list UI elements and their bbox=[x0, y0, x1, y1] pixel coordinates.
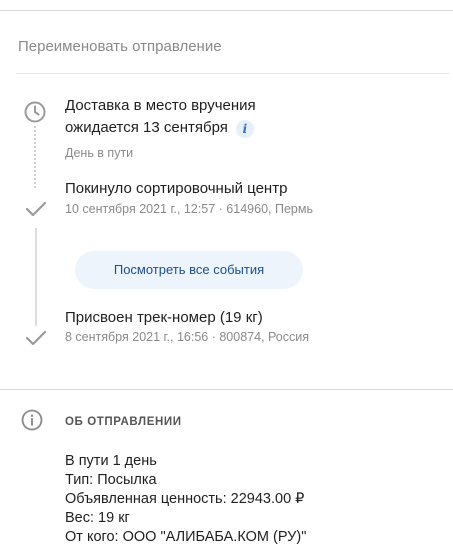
event-title: Покинуло сортировочный центр bbox=[65, 180, 288, 197]
event-title-line: ожидается 13 сентября i bbox=[65, 117, 256, 139]
info-circle-icon bbox=[21, 409, 43, 431]
clock-icon bbox=[24, 101, 46, 123]
detail-line: Объявленная ценность: 22943.00 ₽ bbox=[65, 491, 305, 507]
top-bar bbox=[0, 0, 453, 11]
section-divider bbox=[0, 389, 453, 390]
detail-line: Вес: 19 кг bbox=[65, 510, 130, 526]
event-subtitle: 8 сентября 2021 г., 16:56 · 800874, Росс… bbox=[65, 330, 310, 344]
event-title: Присвоен трек-номер (19 кг) bbox=[65, 309, 263, 326]
info-icon[interactable]: i bbox=[235, 120, 254, 139]
view-all-events-button[interactable]: Посмотреть все события bbox=[75, 251, 303, 289]
event-title-line: Доставка в место вручения bbox=[65, 97, 256, 114]
detail-line: В пути 1 день bbox=[65, 453, 157, 469]
event-subtitle: 10 сентября 2021 г., 12:57 · 614960, Пер… bbox=[65, 202, 313, 216]
about-shipment-heading: ОБ ОТПРАВЛЕНИИ bbox=[65, 416, 182, 428]
check-icon bbox=[25, 330, 47, 346]
divider bbox=[16, 73, 449, 74]
event-subtitle: День в пути bbox=[65, 146, 134, 160]
event-title: Доставка в место вручения ожидается 13 с… bbox=[65, 95, 256, 139]
shipment-details: В пути 1 день Тип: Посылка Объявленная ц… bbox=[65, 452, 306, 547]
timeline-dotted-line bbox=[34, 126, 36, 188]
check-icon bbox=[25, 201, 47, 217]
detail-line: От кого: ООО "АЛИБАБА.КОМ (РУ)" bbox=[65, 529, 307, 545]
rename-shipment-link[interactable]: Переименовать отправление bbox=[18, 38, 222, 55]
detail-line: Тип: Посылка bbox=[65, 472, 157, 488]
timeline-line bbox=[35, 228, 37, 326]
